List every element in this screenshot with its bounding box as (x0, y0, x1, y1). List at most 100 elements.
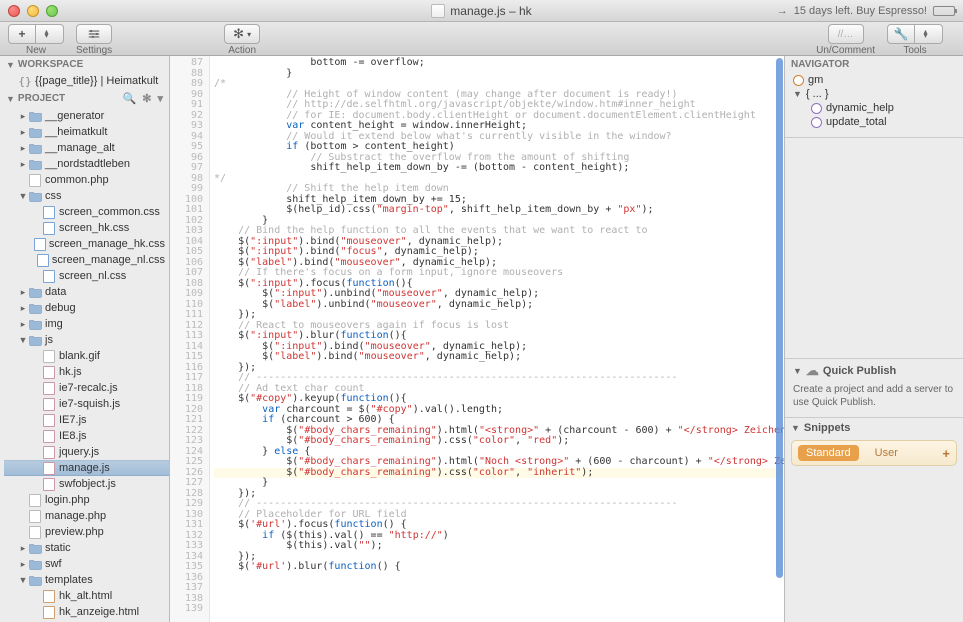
nav-label: update_total (826, 116, 887, 128)
file-hk_alt.html[interactable]: hk_alt.html (4, 588, 169, 604)
quick-publish-header[interactable]: ▼ ☁ Quick Publish (793, 363, 955, 379)
folder-icon (28, 317, 42, 331)
tools-label: Tools (903, 45, 926, 56)
nav-item-dynamic_help[interactable]: dynamic_help (793, 101, 957, 115)
disclosure-icon: ▸ (18, 303, 28, 314)
folder-__manage_alt[interactable]: ▸__manage_alt (4, 140, 169, 156)
file-screen_manage_nl.css[interactable]: screen_manage_nl.css (4, 252, 169, 268)
window-title-text: manage.js – hk (450, 4, 531, 18)
uncomment-label: Un/Comment (816, 45, 875, 56)
settings-button[interactable] (76, 24, 112, 44)
tree-item-label: __manage_alt (45, 142, 115, 154)
new-dropdown-button[interactable]: ▴▾ (36, 24, 64, 44)
file-manage.php[interactable]: manage.php (4, 508, 169, 524)
vertical-scrollbar[interactable] (776, 58, 783, 578)
wrench-icon: 🔧 (894, 27, 909, 41)
workspace-doc-label: {{page_title}} | Heimatkult (35, 75, 158, 87)
file-hk.js[interactable]: hk.js (4, 364, 169, 380)
nav-item-update_total[interactable]: update_total (793, 115, 957, 129)
folder-__nordstadtleben[interactable]: ▸__nordstadtleben (4, 156, 169, 172)
folder-swf[interactable]: ▸swf (4, 556, 169, 572)
folder-icon (28, 333, 42, 347)
quick-publish-title: Quick Publish (823, 365, 896, 377)
file-IE7.js[interactable]: IE7.js (4, 412, 169, 428)
battery-icon (933, 6, 955, 16)
tab-standard[interactable]: Standard (798, 445, 859, 461)
code-content[interactable]: bottom -= overflow; }/* // Height of win… (210, 56, 784, 622)
workspace-header[interactable]: ▼ WORKSPACE (0, 56, 169, 73)
folder-debug[interactable]: ▸ debug (4, 300, 169, 316)
folder-img[interactable]: ▸img (4, 316, 169, 332)
tools-dropdown-button[interactable]: ▴▾ (915, 24, 943, 44)
file-screen_manage_hk.css[interactable]: screen_manage_hk.css (4, 236, 169, 252)
file-IE8.js[interactable]: IE8.js (4, 428, 169, 444)
minimize-window-button[interactable] (27, 5, 39, 17)
tree-item-label: blank.gif (59, 350, 100, 362)
tree-item-label: swf (45, 558, 62, 570)
add-snippet-button[interactable]: + (942, 446, 950, 461)
file-screen_nl.css[interactable]: screen_nl.css (4, 268, 169, 284)
tab-user[interactable]: User (867, 445, 906, 461)
tree-item-label: debug (45, 302, 76, 314)
new-button[interactable]: + (8, 24, 36, 44)
chevron-down-icon: ▼ (791, 423, 800, 433)
uncomment-button[interactable]: //… (828, 24, 864, 44)
file-blank.gif[interactable]: blank.gif (4, 348, 169, 364)
trial-remaining-text[interactable]: 15 days left. Buy Espresso! (794, 5, 927, 17)
tree-item-label: login.php (45, 494, 90, 506)
file-ie7-squish.js[interactable]: ie7-squish.js (4, 396, 169, 412)
file-swfobject.js[interactable]: swfobject.js (4, 476, 169, 492)
folder-data[interactable]: ▸data (4, 284, 169, 300)
action-button[interactable]: ✻ ▾ (224, 24, 260, 44)
file-manage.js[interactable]: manage.js (4, 460, 169, 476)
folder-icon (28, 141, 42, 155)
snippets-header[interactable]: ▼ Snippets (791, 422, 957, 434)
file-common-php[interactable]: common.php (4, 172, 169, 188)
folder-__heimatkult[interactable]: ▸__heimatkult (4, 124, 169, 140)
main-area: ▼ WORKSPACE {} {{page_title}} | Heimatku… (0, 56, 963, 622)
zoom-window-button[interactable] (46, 5, 58, 17)
folder-js[interactable]: ▼js (4, 332, 169, 348)
nav-item-anon[interactable]: ▼ { ... } (793, 87, 957, 101)
project-tree: ▸__generator▸__heimatkult▸__manage_alt▸_… (0, 108, 169, 622)
add-icon[interactable]: ▾ (157, 92, 163, 105)
disclosure-icon: ▼ (18, 335, 28, 345)
gif-file-icon (42, 349, 56, 363)
file-screen_common.css[interactable]: screen_common.css (4, 204, 169, 220)
chevron-down-icon: ▼ (793, 89, 802, 99)
nav-item-gm[interactable]: gm (793, 73, 957, 87)
code-editor[interactable]: 8788899091929394959697989910010110210310… (170, 56, 785, 622)
folder-__generator[interactable]: ▸__generator (4, 108, 169, 124)
workspace-document-item[interactable]: {} {{page_title}} | Heimatkult (4, 73, 169, 89)
file-screen_hk.css[interactable]: screen_hk.css (4, 220, 169, 236)
file-ie7-recalc.js[interactable]: ie7-recalc.js (4, 380, 169, 396)
disclosure-icon: ▸ (18, 159, 28, 170)
file-preview.php[interactable]: preview.php (4, 524, 169, 540)
folder-static[interactable]: ▸static (4, 540, 169, 556)
project-header[interactable]: ▼ PROJECT 🔍 ✻ ▾ (0, 89, 169, 108)
folder-icon (28, 301, 42, 315)
js-file-icon (42, 461, 56, 475)
file-hk_anzeige.html[interactable]: hk_anzeige.html (4, 604, 169, 620)
search-icon[interactable]: 🔍 (123, 92, 137, 105)
disclosure-icon: ▼ (18, 191, 28, 201)
close-window-button[interactable] (8, 5, 20, 17)
folder-icon (28, 573, 42, 587)
disclosure-icon: ▸ (18, 127, 28, 138)
folder-css[interactable]: ▼css (4, 188, 169, 204)
folder-icon (28, 285, 42, 299)
disclosure-icon: ▸ (18, 543, 28, 554)
css-file-icon (42, 205, 56, 219)
gear-icon[interactable]: ✻ (142, 92, 151, 105)
window-controls (8, 5, 58, 17)
disclosure-icon: ▸ (18, 111, 28, 122)
curly-braces-icon: {} (18, 74, 32, 88)
file-jquery.js[interactable]: jquery.js (4, 444, 169, 460)
folder-templates[interactable]: ▼templates (4, 572, 169, 588)
js-file-icon (42, 397, 56, 411)
tree-item-label: screen_nl.css (59, 270, 126, 282)
tools-button[interactable]: 🔧 (887, 24, 915, 44)
sliders-icon (87, 27, 101, 41)
file-login.php[interactable]: login.php (4, 492, 169, 508)
js-file-icon (42, 477, 56, 491)
